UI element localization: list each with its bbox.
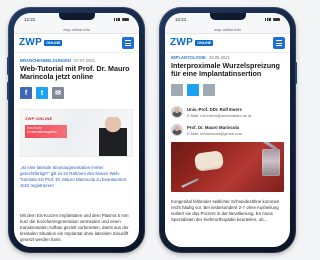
promo-image-left: ZWP·ONLINE Das Kurze Kombinationssystem xyxy=(20,109,133,157)
author-text-1: Univ.-Prof. DDr. Rolf Ewers E-Mail: rolf… xyxy=(187,107,251,118)
article-title-left: Web-Tutorial mit Prof. Dr. Mauro Marinco… xyxy=(20,64,130,81)
article-date-left: 07.07.2021 xyxy=(74,58,96,63)
logo-badge-left: ONLINE xyxy=(44,39,63,47)
article-meta-right: IMPLANTOLOGIE 25.05.2021 xyxy=(171,55,284,60)
battery-icon xyxy=(122,17,129,21)
volume-button-left xyxy=(7,57,9,75)
clinical-image xyxy=(171,142,284,192)
status-icons-right xyxy=(265,17,280,21)
signal-icon xyxy=(114,17,120,21)
url-bar-right[interactable]: zwp-online.info xyxy=(165,25,290,34)
zwp-logo-right[interactable]: ZWP ONLINE xyxy=(170,37,214,48)
promo-banner-left: Das Kurze Kombinationssystem xyxy=(25,125,67,138)
share-button-1[interactable] xyxy=(171,84,183,96)
status-time-right: 12:21 xyxy=(175,16,187,22)
logo-text-left: ZWP xyxy=(19,37,43,48)
share-button-3[interactable] xyxy=(203,84,215,96)
menu-line-3 xyxy=(125,44,131,46)
article-category-right: IMPLANTOLOGIE xyxy=(171,55,206,60)
status-time-left: 12:21 xyxy=(24,16,36,22)
author-text-2: Prof. Dr. Mauro Marincola E-Mail: mmarin… xyxy=(187,125,242,136)
phone-screen-left: 12:21 zwp-online.info ZWP ONLINE BRANCHE… xyxy=(14,13,139,247)
url-text-left: zwp-online.info xyxy=(63,26,90,32)
phone-screen-right: 12:21 zwp-online.info ZWP ONLINE IMPLANT… xyxy=(165,13,290,247)
author-card-1: Univ.-Prof. DDr. Rolf Ewers E-Mail: rolf… xyxy=(171,106,284,118)
menu-button-right[interactable] xyxy=(273,37,285,49)
phone-left: 12:21 zwp-online.info ZWP ONLINE BRANCHE… xyxy=(7,7,145,253)
menu-button-left[interactable] xyxy=(122,37,134,49)
site-header-right: ZWP ONLINE xyxy=(165,34,290,53)
share-row-left: f t ✉ xyxy=(20,87,133,99)
twitter-share-button[interactable]: t xyxy=(36,87,48,99)
url-bar-left[interactable]: zwp-online.info xyxy=(14,25,139,34)
avatar xyxy=(171,106,183,118)
phone-notch-right xyxy=(209,13,246,20)
zwp-logo-left[interactable]: ZWP ONLINE xyxy=(19,37,63,48)
author-email-2[interactable]: E-Mail: mmarincola@gmail.com xyxy=(187,131,242,136)
article-date-right: 25.05.2021 xyxy=(209,55,230,60)
signal-icon xyxy=(265,17,271,21)
article-content-right: IMPLANTOLOGIE 25.05.2021 Interproximale … xyxy=(165,53,290,235)
facebook-share-button[interactable]: f xyxy=(20,87,32,99)
article-title-right: Interproximale Wurzelspreizung für eine … xyxy=(171,61,280,78)
tooth-shape xyxy=(193,150,225,172)
menu-line-3 xyxy=(276,44,282,46)
avatar xyxy=(171,124,183,136)
promo-title-left: ZWP·ONLINE xyxy=(25,116,53,121)
volume-button-left-lower xyxy=(7,82,9,100)
article-meta-left: BRANCHENMELDUNGEN 07.07.2021 xyxy=(20,58,133,63)
portrait-person xyxy=(99,117,127,156)
xray-image xyxy=(262,149,280,176)
logo-badge-right: ONLINE xyxy=(195,39,214,47)
share-button-2[interactable] xyxy=(187,84,199,96)
battery-icon xyxy=(273,17,280,21)
article-link-paragraph-left[interactable]: „Ist eine laterale Sinusaugmentation imm… xyxy=(20,165,133,207)
url-text-right: zwp-online.info xyxy=(214,26,241,32)
author-name-1: Univ.-Prof. DDr. Rolf Ewers xyxy=(187,106,242,112)
menu-line-2 xyxy=(125,42,131,44)
power-button-right xyxy=(295,62,297,84)
author-name-2: Prof. Dr. Mauro Marincola xyxy=(187,124,240,130)
dental-tool-secondary xyxy=(181,178,199,188)
phone-right: 12:21 zwp-online.info ZWP ONLINE IMPLANT… xyxy=(159,7,297,253)
menu-line-2 xyxy=(276,42,282,44)
menu-line-1 xyxy=(276,40,282,42)
author-card-2: Prof. Dr. Mauro Marincola E-Mail: mmarin… xyxy=(171,124,284,136)
email-share-button[interactable]: ✉ xyxy=(52,87,64,99)
article-category-left: BRANCHENMELDUNGEN xyxy=(20,58,71,63)
article-body-paragraph-right: Kongenital fehlender seitlicher Schneide… xyxy=(171,199,280,222)
article-content-left: BRANCHENMELDUNGEN 07.07.2021 Web-Tutoria… xyxy=(14,53,139,247)
logo-text-right: ZWP xyxy=(170,37,194,48)
author-email-1[interactable]: E-Mail: rolf.ewers@meduniwien.ac.at xyxy=(187,113,251,118)
phone-notch-left xyxy=(58,13,95,20)
share-row-right xyxy=(171,84,284,96)
site-header-left: ZWP ONLINE xyxy=(14,34,139,53)
status-icons-left xyxy=(114,17,129,21)
menu-line-1 xyxy=(125,40,131,42)
article-body-paragraph-left: Mit dem ES-Kurzen Implantaten und dem Pl… xyxy=(20,213,129,242)
